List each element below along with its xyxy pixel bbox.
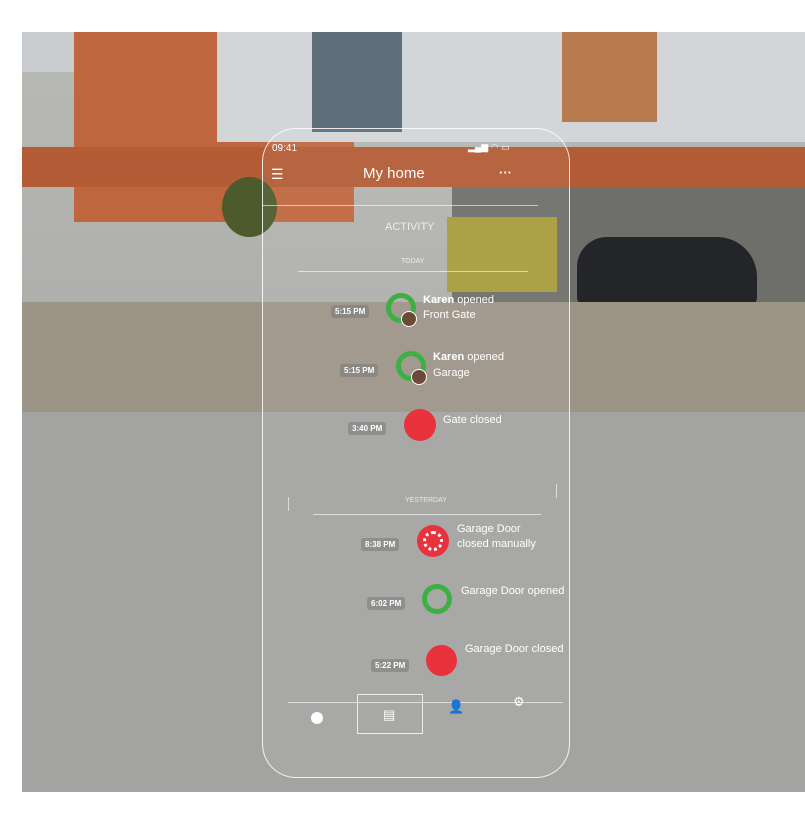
- gear-icon[interactable]: ⚙: [513, 694, 525, 710]
- activity-text[interactable]: Garage Door: [457, 523, 521, 535]
- window-1: [312, 32, 402, 132]
- house-upper: [217, 32, 805, 142]
- group-label-today: TODAY: [401, 258, 425, 265]
- phone-frame: 09:41 ▂▄▆ ◠ ▭ ☰ My home ··· ACTIVITY TOD…: [262, 128, 570, 778]
- action: opened: [467, 351, 504, 363]
- user-name: Karen: [433, 351, 465, 363]
- activity-text[interactable]: Garage Door closed: [465, 643, 563, 655]
- activity-text[interactable]: Garage Door opened: [461, 585, 564, 597]
- time-label: 6:02 PM: [367, 597, 406, 610]
- time-label: 3:40 PM: [348, 422, 387, 435]
- status-time: 09:41: [272, 143, 298, 154]
- activity-text[interactable]: Karen opened: [423, 294, 494, 306]
- activity-list-icon: ▤: [383, 707, 396, 722]
- user-name: Karen: [423, 294, 455, 306]
- target-name: Front Gate: [423, 309, 476, 321]
- closed-status-icon: [426, 645, 457, 676]
- yesterday-divider: [313, 514, 541, 515]
- side-tick: [288, 497, 289, 511]
- open-status-icon: [422, 584, 452, 614]
- tab-activity-active[interactable]: ▤: [357, 694, 423, 734]
- activity-text[interactable]: Karen opened: [433, 351, 504, 363]
- target-name: Garage: [433, 367, 470, 379]
- users-icon[interactable]: 👤: [448, 699, 464, 715]
- side-tick: [556, 484, 557, 498]
- time-label: 8:38 PM: [361, 538, 400, 551]
- header-divider: [263, 205, 538, 206]
- activity-text[interactable]: Gate closed: [443, 414, 502, 426]
- group-label-yesterday: YESTERDAY: [405, 497, 447, 504]
- avatar: [411, 369, 427, 385]
- manual-closed-icon: [417, 525, 449, 557]
- ellipsis-icon[interactable]: ···: [499, 165, 512, 180]
- today-divider: [298, 271, 528, 272]
- action: opened: [457, 294, 494, 306]
- status-icons: ▂▄▆ ◠ ▭: [468, 142, 510, 152]
- activity-text-2: closed manually: [457, 538, 536, 550]
- section-title: ACTIVITY: [385, 221, 435, 233]
- hamburger-icon[interactable]: ☰: [271, 166, 284, 183]
- time-label: 5:15 PM: [340, 364, 379, 377]
- time-label: 5:22 PM: [371, 659, 410, 672]
- door: [562, 32, 657, 122]
- closed-status-icon: [404, 409, 436, 441]
- home-dot-icon[interactable]: [311, 712, 323, 724]
- page-title: My home: [363, 165, 425, 182]
- avatar: [401, 311, 417, 327]
- time-label: 5:15 PM: [331, 305, 370, 318]
- car: [577, 237, 757, 307]
